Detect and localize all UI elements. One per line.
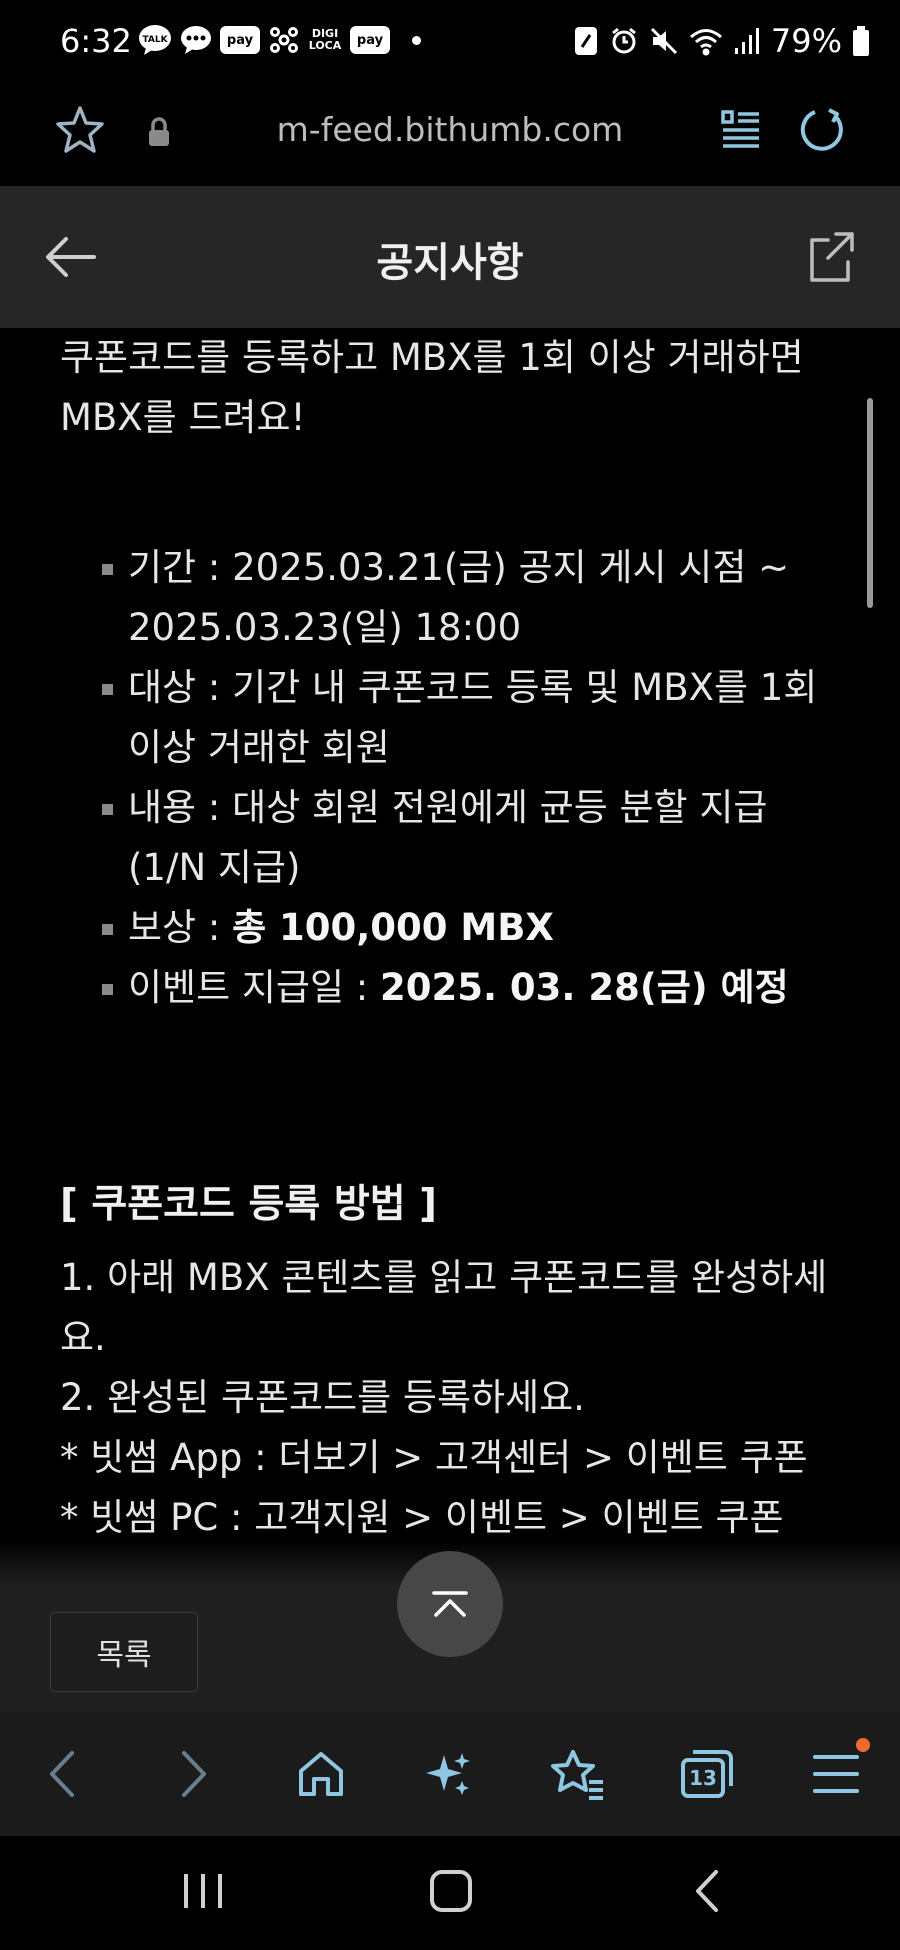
pay-icon: pay: [220, 26, 260, 54]
step-text: 2. 완성된 쿠폰코드를 등록하세요.: [60, 1376, 585, 1419]
network-share-icon: [268, 24, 300, 56]
status-bar: 6:32 TALK pay DIGI LOCA pay 79%: [0, 0, 900, 86]
list-item: 보상 : 총 100,000 MBX: [102, 898, 848, 958]
notice-content: 쿠폰코드를 등록하고 MBX를 1회 이상 거래하면 MBX를 드려요! 기간 …: [0, 328, 900, 1563]
menu-icon[interactable]: [806, 1738, 870, 1804]
home-button-icon[interactable]: [428, 1866, 474, 1916]
battery-percent: 79%: [770, 22, 842, 60]
bookmarks-icon[interactable]: [547, 1744, 607, 1804]
talk-icon: TALK: [138, 24, 172, 56]
scroll-to-top-button[interactable]: [397, 1551, 503, 1657]
status-time: 6:32: [60, 22, 132, 60]
system-navigation-bar: [0, 1836, 900, 1950]
browser-address-bar: m-feed.bithumb.com: [0, 86, 900, 186]
scrollbar[interactable]: [867, 398, 873, 608]
alarm-icon: [609, 26, 639, 56]
system-status: 79%: [573, 22, 870, 60]
page-header: 공지사항: [0, 186, 900, 328]
step-text: * 빗썸 App : 더보기 > 고객센터 > 이벤트 쿠폰: [60, 1436, 808, 1479]
step-text: * 빗썸 PC : 고객지원 > 이벤트 > 이벤트 쿠폰: [60, 1496, 784, 1539]
share-external-icon[interactable]: [806, 230, 856, 284]
list-item: 대상 : 기간 내 쿠폰코드 등록 및 MBX를 1회 이상 거래한 회원: [102, 658, 848, 778]
pay-icon: pay: [350, 26, 390, 54]
reload-icon[interactable]: [795, 104, 847, 156]
coupon-steps: 1. 아래 MBX 콘텐츠를 읽고 쿠폰코드를 완성하세요. 2. 완성된 쿠폰…: [60, 1248, 860, 1548]
list-button[interactable]: 목록: [50, 1612, 198, 1692]
battery-icon: [852, 25, 870, 57]
wifi-icon: [689, 26, 723, 56]
page-title: 공지사항: [376, 240, 524, 286]
system-back-icon[interactable]: [688, 1866, 728, 1916]
list-item: 내용 : 대상 회원 전원에게 균등 분할 지급 (1/N 지급): [102, 778, 848, 898]
ai-sparkle-icon[interactable]: [419, 1744, 479, 1804]
tabs-button[interactable]: 13: [677, 1744, 737, 1804]
reader-mode-icon[interactable]: [718, 106, 764, 152]
svg-text:TALK: TALK: [142, 35, 168, 45]
browser-back-icon[interactable]: [32, 1744, 92, 1804]
nfc-icon: [573, 25, 599, 57]
section-title: [ 쿠폰코드 등록 방법 ]: [60, 1182, 437, 1227]
mute-icon: [649, 26, 679, 56]
intro-text: 쿠폰코드를 등록하고 MBX를 1회 이상 거래하면 MBX를 드려요!: [60, 336, 804, 439]
step-text: 1. 아래 MBX 콘텐츠를 읽고 쿠폰코드를 완성하세요.: [60, 1256, 828, 1359]
recent-apps-icon[interactable]: [180, 1866, 226, 1916]
scroll-top-icon: [432, 1591, 468, 1617]
more-notifications-dot: [412, 35, 421, 45]
signal-icon: [733, 26, 761, 56]
digi-loca-icon: DIGI LOCA: [308, 27, 342, 52]
event-details-list: 기간 : 2025.03.21(금) 공지 게시 시점 ~ 2025.03.23…: [102, 538, 848, 1018]
browser-forward-icon[interactable]: [164, 1744, 224, 1804]
browser-toolbar: 13: [0, 1712, 900, 1836]
notification-dot: [856, 1738, 870, 1752]
notification-icons: TALK pay DIGI LOCA pay: [138, 24, 421, 56]
tab-count: 13: [689, 1766, 717, 1790]
home-icon[interactable]: [291, 1744, 351, 1804]
list-item: 기간 : 2025.03.21(금) 공지 게시 시점 ~ 2025.03.23…: [102, 538, 848, 658]
list-item: 이벤트 지급일 : 2025. 03. 28(금) 예정: [102, 958, 848, 1018]
chat-bubble-icon: [180, 24, 212, 56]
url-text[interactable]: m-feed.bithumb.com: [0, 110, 900, 149]
